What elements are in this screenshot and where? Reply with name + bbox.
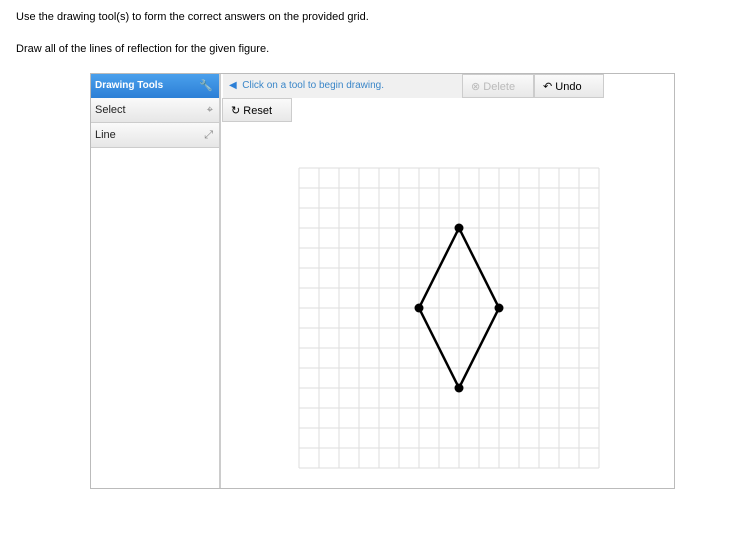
- vertex-point: [414, 303, 424, 313]
- vertex-point: [494, 303, 504, 313]
- vertex-point: [454, 223, 464, 233]
- drawing-grid[interactable]: [0, 0, 734, 501]
- vertex-point: [454, 383, 464, 393]
